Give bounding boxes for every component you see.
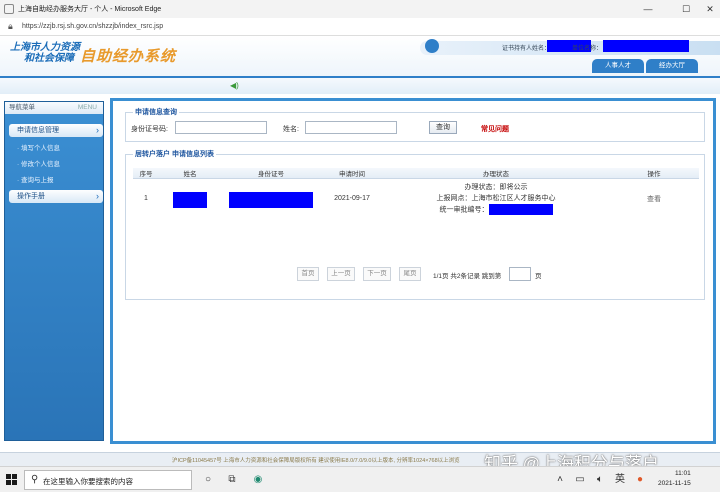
- id-number-input[interactable]: [175, 121, 267, 134]
- row-apply-date: 2021-09-17: [334, 195, 370, 203]
- column-header-status: 办理状态: [383, 168, 609, 179]
- list-panel-title: 居转户落户 申请信息列表: [133, 149, 216, 159]
- redacted-name: [173, 191, 207, 208]
- row-status-approval: 统一审批编号：: [383, 204, 609, 216]
- row-status-cell: 办理状态：即将公示 上报网点：上海市松江区人才服务中心 统一审批编号：: [383, 179, 609, 219]
- sidebar-item-edit-personal-info[interactable]: · 修改个人信息: [17, 158, 60, 168]
- sidebar-header: 导航菜单 MENU: [5, 102, 103, 114]
- cert-holder-label: 证书持有人姓名：: [502, 46, 551, 52]
- next-page-button[interactable]: 下一页: [363, 267, 391, 281]
- browser-title-bar: 上海自助经办服务大厅 - 个人 - Microsoft Edge — ☐ ✕: [0, 0, 720, 18]
- tab-personnel-talent-label: 人事人才: [605, 62, 631, 69]
- user-avatar-icon: [425, 39, 439, 53]
- sidebar-title: 导航菜单: [9, 104, 35, 111]
- app-tray-icon[interactable]: ●: [632, 472, 648, 488]
- copyright-text: 沪ICP备11045457号 上海市人力资源和社会保障局版权所有 建议使用IE8…: [172, 458, 460, 464]
- page-number-input[interactable]: [509, 267, 531, 281]
- sidebar-item-query-report[interactable]: · 查询与上报: [17, 174, 53, 184]
- query-panel-title: 申请信息查询: [133, 107, 179, 117]
- volume-icon[interactable]: 🔈︎: [592, 472, 608, 488]
- minimize-button[interactable]: —: [638, 3, 658, 15]
- row-id-cell: [221, 179, 321, 219]
- main-content: 申请信息查询 身份证号码: 姓名: 查询 常见问题 居转户落户 申请信息列表 序…: [110, 98, 716, 444]
- org-name-line1: 上海市人力资源: [10, 42, 80, 53]
- tray-expand-icon[interactable]: ˄: [552, 472, 568, 488]
- app-header: 上海市人力资源 和社会保障 自助经办系统 证书持有人姓名： 单位名称： 人事人才…: [0, 36, 720, 76]
- task-view-icon[interactable]: ⧉: [224, 472, 240, 488]
- column-header-id: 身份证号: [221, 168, 321, 179]
- taskbar-search-box[interactable]: ⚲ 在这里输入你要搜索的内容: [24, 470, 192, 490]
- input-method-icon[interactable]: 英: [612, 472, 628, 488]
- org-name-line2: 和社会保障: [24, 53, 74, 64]
- column-header-apply-date: 申请时间: [321, 168, 383, 179]
- network-icon[interactable]: ▭: [572, 472, 588, 488]
- sidebar-section-label: 申请信息管理: [17, 127, 59, 134]
- redacted-unit-name: [603, 40, 689, 52]
- speaker-icon: ◀): [230, 81, 239, 90]
- pagination-summary: 1/1页 共2条记录 跳到第: [433, 273, 502, 280]
- redacted-id-number: [229, 191, 313, 208]
- address-bar[interactable]: 🔒︎ https://zzjb.rsj.sh.gov.cn/shzzjb/ind…: [0, 18, 720, 36]
- taskbar-clock[interactable]: 11:01 2021-11-15: [658, 469, 691, 489]
- sidebar-title-right: MENU: [77, 104, 97, 111]
- clock-time: 11:01: [674, 470, 691, 477]
- row-status-office: 上报网点：上海市松江区人才服务中心: [436, 195, 556, 203]
- prev-page-button[interactable]: 上一页: [327, 267, 355, 281]
- last-page-button[interactable]: 尾页: [399, 267, 421, 281]
- system-name: 自助经办系统: [80, 48, 177, 65]
- faq-link[interactable]: 常见问题: [481, 124, 509, 134]
- page-favicon-icon: [4, 4, 14, 14]
- search-icon: ⚲: [31, 474, 39, 485]
- column-header-name: 姓名: [159, 168, 221, 179]
- approval-number-label: 统一审批编号：: [439, 206, 489, 214]
- application-table: 序号 姓名 身份证号 申请时间 办理状态 操作 1 2021-09-17 办理状…: [133, 168, 699, 219]
- row-name-cell: [159, 179, 221, 219]
- close-window-button[interactable]: ✕: [700, 3, 720, 15]
- chevron-right-icon: ›: [96, 191, 99, 201]
- unit-name-label: 单位名称：: [572, 46, 603, 52]
- address-url[interactable]: https://zzjb.rsj.sh.gov.cn/shzzjb/index_…: [22, 23, 163, 30]
- tab-service-hall-label: 经办大厅: [659, 62, 685, 69]
- taskbar: ⚲ 在这里输入你要搜索的内容 ○ ⧉ ◉ ˄ ▭ 🔈︎ 英 ● 11:01 20…: [0, 466, 720, 492]
- sidebar-section-application-info[interactable]: 申请信息管理 ›: [9, 124, 103, 137]
- row-index: 1: [144, 195, 148, 203]
- tab-personnel-talent[interactable]: 人事人才: [592, 59, 644, 73]
- first-page-button[interactable]: 首页: [297, 267, 319, 281]
- name-input[interactable]: [305, 121, 397, 134]
- sidebar-item-fill-personal-info[interactable]: · 填写个人信息: [17, 142, 60, 152]
- table-row: 1 2021-09-17 办理状态：即将公示 上报网点：上海市松江区人才服务中心…: [133, 179, 699, 219]
- tab-service-hall[interactable]: 经办大厅: [646, 59, 698, 73]
- search-button[interactable]: 查询: [429, 121, 457, 134]
- column-header-action: 操作: [609, 168, 699, 179]
- taskbar-search-placeholder: 在这里输入你要搜索的内容: [43, 477, 133, 486]
- maximize-button[interactable]: ☐: [676, 3, 696, 15]
- windows-start-icon[interactable]: [6, 474, 17, 485]
- cortana-icon[interactable]: ○: [200, 472, 216, 488]
- page-footer: 沪ICP备11045457号 上海市人力资源和社会保障局版权所有 建议使用IE8…: [0, 452, 720, 473]
- browser-window-title: 上海自助经办服务大厅 - 个人 - Microsoft Edge: [18, 6, 162, 13]
- clock-date: 2021-11-15: [658, 480, 691, 487]
- pagination: 首页 上一页 下一页 尾页 1/1页 共2条记录 跳到第 页: [297, 267, 557, 281]
- table-header-row: 序号 姓名 身份证号 申请时间 办理状态 操作: [133, 168, 699, 179]
- redacted-approval-number: [488, 204, 553, 216]
- sidebar-section-label: 操作手册: [17, 193, 45, 200]
- column-header-index: 序号: [133, 168, 159, 179]
- chevron-right-icon: ›: [96, 125, 99, 135]
- sidebar-section-manual[interactable]: 操作手册 ›: [9, 190, 103, 203]
- id-number-label: 身份证号码:: [131, 126, 168, 133]
- sidebar: 导航菜单 MENU 申请信息管理 › · 填写个人信息 · 修改个人信息 · 查…: [4, 101, 104, 441]
- row-status-state: 办理状态：即将公示: [464, 184, 528, 192]
- notice-strip: ◀): [0, 76, 720, 94]
- name-label: 姓名:: [283, 126, 299, 133]
- lock-icon: 🔒︎: [8, 21, 13, 31]
- page-suffix: 页: [535, 273, 542, 280]
- view-link[interactable]: 查看: [609, 179, 699, 219]
- edge-browser-icon[interactable]: ◉: [250, 472, 266, 488]
